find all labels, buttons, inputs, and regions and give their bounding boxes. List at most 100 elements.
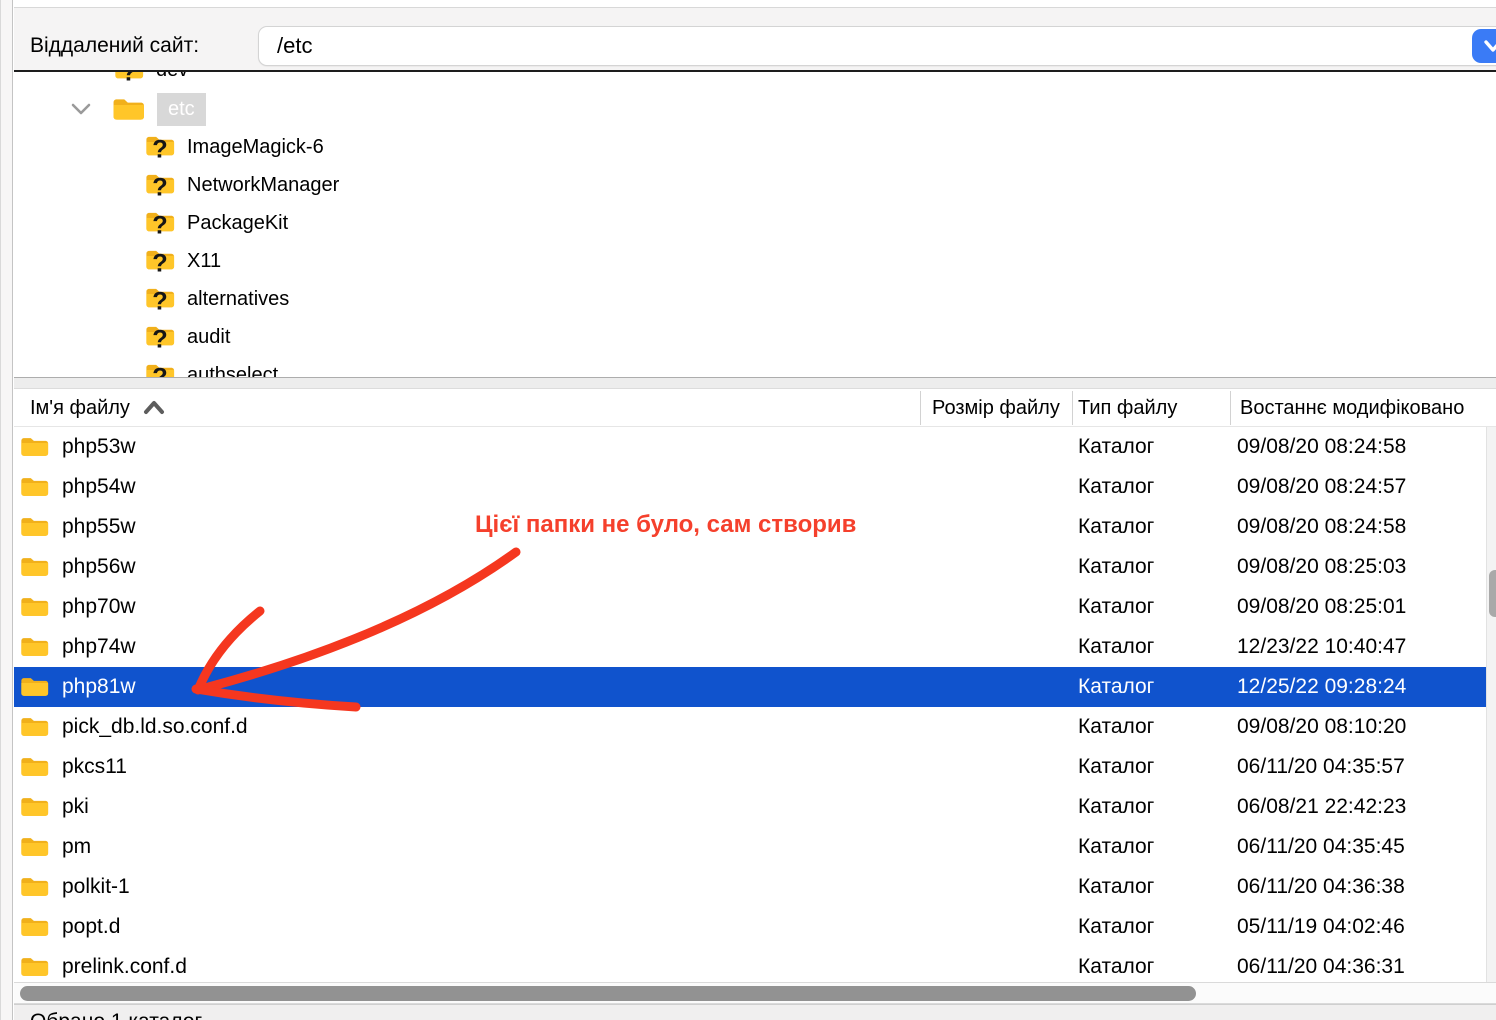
file-list-row[interactable]: pki Каталог 06/08/21 22:42:23 — [14, 787, 1496, 827]
unknown-folder-icon: ? — [145, 246, 175, 276]
tree-item-partial[interactable]: ? dev — [114, 72, 188, 89]
remote-path-input[interactable] — [258, 26, 1496, 66]
svg-text:?: ? — [152, 287, 167, 315]
path-dropdown-button[interactable] — [1472, 29, 1496, 63]
file-type: Каталог — [1078, 875, 1154, 899]
expander-chevron-down-icon[interactable] — [70, 98, 92, 120]
file-name: pm — [62, 835, 91, 859]
file-modified: 06/11/20 04:36:38 — [1237, 875, 1405, 899]
file-modified: 06/11/20 04:36:31 — [1237, 955, 1405, 979]
column-header-filename[interactable]: Ім'я файлу — [30, 389, 890, 427]
file-modified: 06/11/20 04:35:45 — [1237, 835, 1405, 859]
file-name: php53w — [62, 435, 136, 459]
file-list-row[interactable]: php81w Каталог 12/25/22 09:28:24 — [14, 667, 1496, 707]
svg-text:?: ? — [152, 249, 167, 277]
file-list-row[interactable]: php54w Каталог 09/08/20 08:24:57 — [14, 467, 1496, 507]
file-name: popt.d — [62, 915, 120, 939]
file-type: Каталог — [1078, 635, 1154, 659]
file-list-row[interactable]: pm Каталог 06/11/20 04:35:45 — [14, 827, 1496, 867]
unknown-folder-icon: ? — [145, 170, 175, 200]
remote-directory-tree: ? dev etc ? ImageMagick-6 ? NetworkManag… — [14, 72, 1496, 377]
file-type: Каталог — [1078, 675, 1154, 699]
file-modified: 09/08/20 08:25:01 — [1237, 595, 1406, 619]
column-divider[interactable] — [1230, 391, 1231, 425]
file-modified: 09/08/20 08:24:58 — [1237, 515, 1406, 539]
tree-item-label: PackageKit — [187, 212, 288, 235]
unknown-folder-icon: ? — [145, 284, 175, 314]
file-modified: 05/11/19 04:02:46 — [1237, 915, 1405, 939]
file-name: php70w — [62, 595, 136, 619]
file-name: php55w — [62, 515, 136, 539]
horizontal-scrollbar[interactable] — [14, 982, 1496, 1004]
folder-icon — [20, 675, 49, 699]
horizontal-scrollbar-thumb[interactable] — [20, 986, 1196, 1001]
tree-item[interactable]: ? audit — [145, 318, 230, 356]
tree-item-etc[interactable]: etc — [70, 90, 206, 128]
file-type: Каталог — [1078, 715, 1154, 739]
column-header-filesize[interactable]: Розмір файлу — [932, 389, 1070, 427]
tree-item-label: X11 — [187, 250, 221, 273]
tree-item[interactable]: ? NetworkManager — [145, 166, 339, 204]
column-divider[interactable] — [920, 391, 921, 425]
folder-icon — [20, 875, 49, 899]
file-list-row[interactable]: pick_db.ld.so.conf.d Каталог 09/08/20 08… — [14, 707, 1496, 747]
file-type: Каталог — [1078, 955, 1154, 979]
file-list-row[interactable]: php70w Каталог 09/08/20 08:25:01 — [14, 587, 1496, 627]
tree-item[interactable]: ? alternatives — [145, 280, 289, 318]
folder-icon — [20, 795, 49, 819]
chevron-down-icon — [1482, 38, 1496, 54]
file-name: pkcs11 — [62, 755, 127, 779]
tree-item[interactable]: ? authselect — [145, 356, 278, 377]
file-list-row[interactable]: polkit-1 Каталог 06/11/20 04:36:38 — [14, 867, 1496, 907]
svg-text:?: ? — [121, 72, 136, 86]
unknown-folder-icon: ? — [145, 322, 175, 352]
folder-icon — [20, 915, 49, 939]
file-list-row[interactable]: php56w Каталог 09/08/20 08:25:03 — [14, 547, 1496, 587]
column-header-modified[interactable]: Востаннє модифіковано — [1240, 389, 1492, 427]
file-list-row[interactable]: php74w Каталог 12/23/22 10:40:47 — [14, 627, 1496, 667]
file-name: php54w — [62, 475, 136, 499]
column-divider[interactable] — [1072, 391, 1073, 425]
tree-item[interactable]: ? ImageMagick-6 — [145, 128, 324, 166]
file-name: prelink.conf.d — [62, 955, 187, 979]
file-name: php56w — [62, 555, 136, 579]
file-modified: 09/08/20 08:24:58 — [1237, 435, 1406, 459]
vertical-scrollbar-thumb[interactable] — [1489, 570, 1496, 617]
file-name: pki — [62, 795, 89, 819]
file-type: Каталог — [1078, 515, 1154, 539]
tree-item[interactable]: ? PackageKit — [145, 204, 288, 242]
status-bar: Обрано 1 каталог — [14, 1004, 1496, 1020]
folder-icon — [112, 96, 145, 123]
status-text: Обрано 1 каталог — [30, 1010, 202, 1020]
file-list-row[interactable]: pkcs11 Каталог 06/11/20 04:35:57 — [14, 747, 1496, 787]
tree-item-label: authselect — [187, 364, 278, 378]
folder-icon — [20, 435, 49, 459]
file-type: Каталог — [1078, 755, 1154, 779]
folder-icon — [20, 475, 49, 499]
folder-icon — [20, 555, 49, 579]
file-name: php74w — [62, 635, 136, 659]
folder-icon — [20, 955, 49, 979]
file-type: Каталог — [1078, 835, 1154, 859]
file-name: php81w — [62, 675, 136, 699]
file-list-row[interactable]: php53w Каталог 09/08/20 08:24:58 — [14, 427, 1496, 467]
annotation-text: Цієї папки не було, сам створив — [475, 511, 856, 539]
remote-site-label: Віддалений сайт: — [30, 34, 199, 58]
svg-text:?: ? — [152, 325, 167, 353]
file-type: Каталог — [1078, 435, 1154, 459]
file-list-row[interactable]: prelink.conf.d Каталог 06/11/20 04:36:31 — [14, 947, 1496, 982]
folder-icon — [20, 515, 49, 539]
file-modified: 09/08/20 08:10:20 — [1237, 715, 1406, 739]
folder-icon — [20, 755, 49, 779]
file-modified: 06/08/21 22:42:23 — [1237, 795, 1406, 819]
file-type: Каталог — [1078, 475, 1154, 499]
column-header-filetype[interactable]: Тип файлу — [1078, 389, 1218, 427]
unknown-folder-icon: ? — [145, 208, 175, 238]
vertical-scrollbar[interactable] — [1486, 427, 1496, 982]
file-list-row[interactable]: popt.d Каталог 05/11/19 04:02:46 — [14, 907, 1496, 947]
unknown-folder-icon: ? — [145, 132, 175, 162]
tree-item[interactable]: ? X11 — [145, 242, 221, 280]
file-type: Каталог — [1078, 555, 1154, 579]
file-type: Каталог — [1078, 795, 1154, 819]
tree-item-label: audit — [187, 326, 230, 349]
